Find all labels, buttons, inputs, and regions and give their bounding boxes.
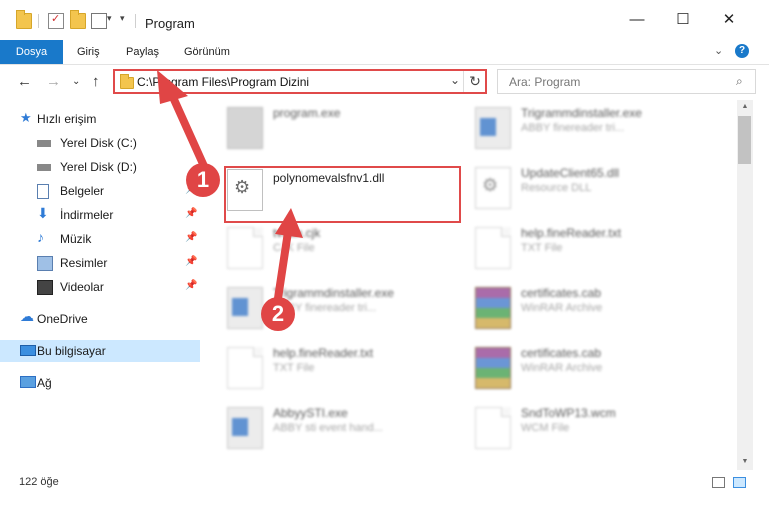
step-2-callout: 2 bbox=[261, 297, 295, 331]
arrow-1-head bbox=[157, 70, 188, 104]
arrow-2-shaft bbox=[273, 228, 292, 309]
annotation-arrows bbox=[157, 70, 303, 309]
step-1-callout: 1 bbox=[186, 163, 220, 197]
arrow-2-head bbox=[275, 208, 303, 238]
